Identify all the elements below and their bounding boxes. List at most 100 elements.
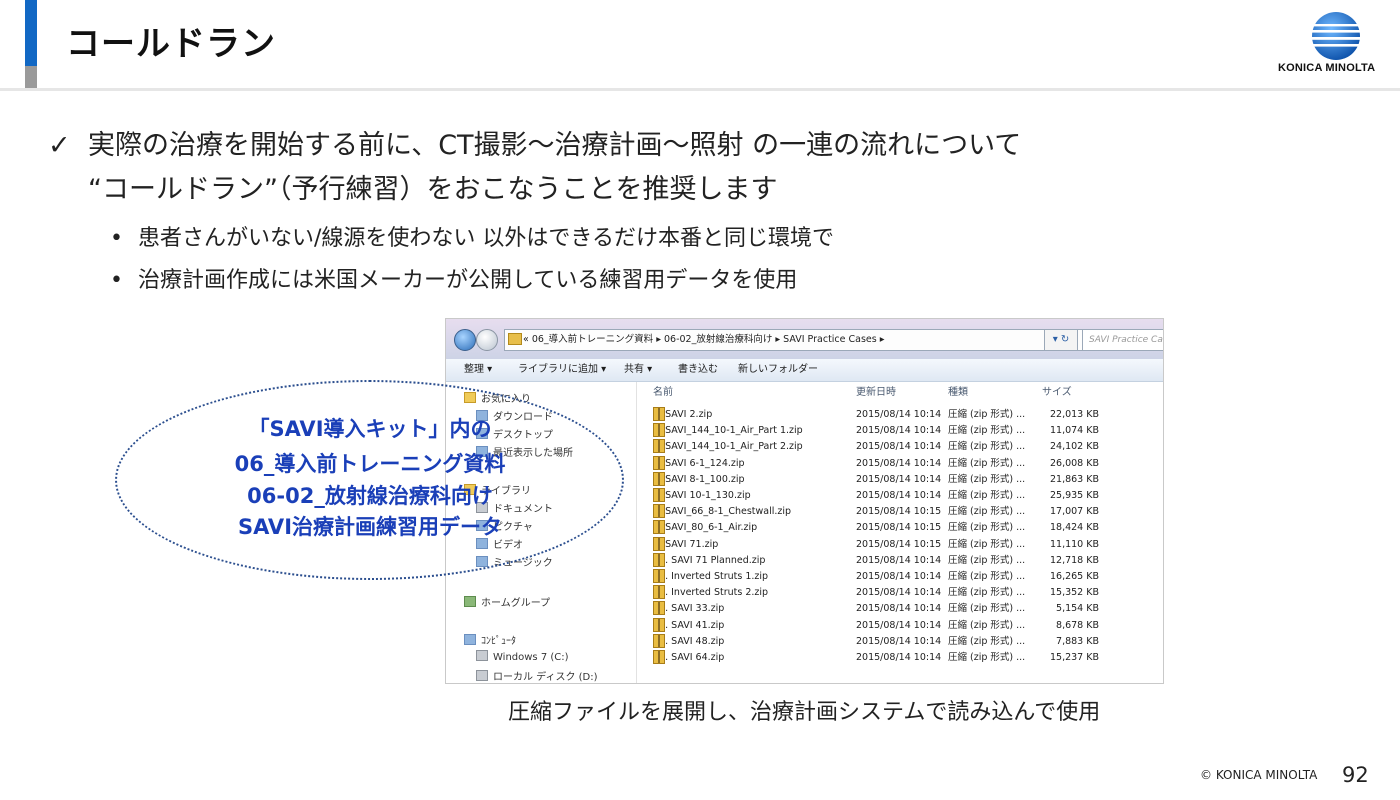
zip-folder-icon <box>653 601 665 616</box>
file-type: 圧縮 (zip 形式) ... <box>948 652 1026 663</box>
sidebar-item-drive-c[interactable]: Windows 7 (C:) <box>476 650 569 663</box>
column-header-size[interactable]: サイズ <box>1042 382 1072 404</box>
file-type: 圧縮 (zip 形式) ... <box>948 457 1026 469</box>
file-date: 2015/08/14 10:14 <box>856 457 942 469</box>
callout-line-3: 06-02_放射線治療科向け <box>247 484 493 508</box>
column-header-name[interactable]: 名前 <box>653 382 673 404</box>
zip-folder-icon <box>653 552 665 567</box>
file-name: 6. SAVI 10-1_130.zip <box>653 488 751 504</box>
header-accent-bar <box>25 0 37 66</box>
column-header-date[interactable]: 更新日時 <box>856 382 896 404</box>
zip-folder-icon <box>653 423 665 438</box>
file-name: 11. Inverted Struts 1.zip <box>653 569 768 585</box>
file-type: 圧縮 (zip 形式) ... <box>948 425 1026 437</box>
file-name: 10. SAVI 71 Planned.zip <box>653 552 765 569</box>
file-row[interactable]: 10. SAVI 71 Planned.zip 2015/08/14 10:14 圧… <box>653 552 1153 569</box>
file-row[interactable]: 4. SAVI 6-1_124.zip 2015/08/14 10:14 圧縮 (z… <box>653 455 1153 472</box>
zip-folder-icon <box>653 488 665 502</box>
file-row[interactable]: 15. SAVI 48.zip 2015/08/14 10:14 圧縮 (zip 形… <box>653 633 1153 650</box>
homegroup-icon <box>464 596 476 607</box>
file-row[interactable]: 2. SAVI_144_10-1_Air_Part 1.zip 2015/08/1… <box>653 423 1153 439</box>
back-arrow-icon[interactable] <box>454 329 476 351</box>
file-name: 9. SAVI 71.zip <box>653 536 718 553</box>
sidebar-item-computer[interactable]: ｺﾝﾋﾟｭｰﾀ <box>464 632 516 647</box>
file-name: 13. SAVI 33.zip <box>653 601 724 617</box>
refresh-button[interactable]: ▾ ↻ <box>1044 329 1078 351</box>
toolbar-organize-button[interactable]: 整理 ▾ <box>464 359 492 381</box>
file-size: 8,678 KB <box>1056 619 1099 631</box>
page-title: コールドラン <box>66 24 276 64</box>
file-date: 2015/08/14 10:14 <box>856 490 942 501</box>
main-point: ✓ 実際の治療を開始する前に、CT撮影〜治療計画〜照射 の一連の流れについて “… <box>48 124 1198 214</box>
zip-folder-icon <box>653 536 665 551</box>
file-date: 2015/08/14 10:15 <box>856 506 942 518</box>
file-row[interactable]: 6. SAVI 10-1_130.zip 2015/08/14 10:14 圧縮 (… <box>653 488 1153 504</box>
file-date: 2015/08/14 10:14 <box>856 441 942 453</box>
file-type: 圧縮 (zip 形式) ... <box>948 635 1026 647</box>
file-name: 1. SAVI 2.zip <box>653 407 712 423</box>
file-date: 2015/08/14 10:14 <box>856 652 942 663</box>
zip-folder-icon <box>653 569 665 583</box>
zip-folder-icon <box>653 439 665 454</box>
zip-folder-icon <box>653 633 665 648</box>
file-size: 18,424 KB <box>1049 522 1099 534</box>
computer-icon <box>464 634 476 645</box>
file-size: 16,265 KB <box>1049 571 1099 582</box>
file-row[interactable]: 5. SAVI 8-1_100.zip 2015/08/14 10:14 圧縮 (z… <box>653 471 1153 488</box>
file-row[interactable]: 3. SAVI_144_10-1_Air_Part 2.zip 2015/08/1… <box>653 439 1153 455</box>
page-number: 92 <box>1342 763 1369 787</box>
search-input[interactable]: SAVI Practice Ca <box>1082 329 1163 351</box>
file-row[interactable]: 14. SAVI 41.zip 2015/08/14 10:14 圧縮 (zip 形… <box>653 617 1153 634</box>
file-size: 15,352 KB <box>1049 587 1099 599</box>
file-name-text: 2. SAVI_144_10-1_Air_Part 1.zip <box>653 425 803 437</box>
file-size: 7,883 KB <box>1056 635 1099 647</box>
screenshot-caption: 圧縮ファイルを展開し、治療計画システムで読み込んで使用 <box>508 700 1101 725</box>
file-row[interactable]: 16. SAVI 64.zip 2015/08/14 10:14 圧縮 (zip 形… <box>653 650 1153 666</box>
file-date: 2015/08/14 10:14 <box>856 571 942 582</box>
file-row[interactable]: 8. SAVI_80_6-1_Air.zip 2015/08/14 10:15 圧縮… <box>653 520 1153 536</box>
sub-bullet-1: • 患者さんがいない/線源を使わない 以外はできるだけ本番と同じ環境で <box>110 220 834 252</box>
sidebar-item-drive-d[interactable]: ローカル ディスク (D:) <box>476 668 598 683</box>
file-name: 7. SAVI_66_8-1_Chestwall.zip <box>653 504 791 520</box>
callout-line-2: 06_導入前トレーニング資料 <box>234 452 506 476</box>
checkmark-icon: ✓ <box>48 130 71 161</box>
drive-icon <box>476 650 488 661</box>
file-date: 2015/08/14 10:14 <box>856 603 942 615</box>
zip-folder-icon <box>653 504 665 519</box>
sidebar-item-homegroup[interactable]: ホームグループ <box>464 594 550 609</box>
forward-arrow-icon[interactable] <box>476 329 498 351</box>
file-date: 2015/08/14 10:14 <box>856 425 942 437</box>
zip-folder-icon <box>653 617 665 632</box>
toolbar-new-folder-button[interactable]: 新しいフォルダー <box>738 359 818 381</box>
file-name: 2. SAVI_144_10-1_Air_Part 1.zip <box>653 423 803 439</box>
column-header-type[interactable]: 種類 <box>948 382 968 404</box>
file-type: 圧縮 (zip 形式) ... <box>948 441 1026 453</box>
file-row[interactable]: 9. SAVI 71.zip 2015/08/14 10:15 圧縮 (zip 形式… <box>653 536 1153 553</box>
file-name-text: 11. Inverted Struts 1.zip <box>653 571 769 582</box>
toolbar-share-button[interactable]: 共有 ▾ <box>624 359 652 381</box>
footer-copyright: © KONICA MINOLTA <box>1200 768 1318 782</box>
file-size: 21,863 KB <box>1049 473 1099 485</box>
file-type: 圧縮 (zip 形式) ... <box>948 571 1026 582</box>
file-row[interactable]: 1. SAVI 2.zip 2015/08/14 10:14 圧縮 (zip 形式)… <box>653 407 1153 423</box>
bullet-dot-icon: • <box>110 268 123 293</box>
logo-wordmark: KONICA MINOLTA <box>1278 62 1376 74</box>
file-date: 2015/08/14 10:15 <box>856 538 942 550</box>
file-name: 4. SAVI 6-1_124.zip <box>653 455 745 472</box>
file-name-text: 4. SAVI 6-1_124.zip <box>653 457 745 469</box>
breadcrumb[interactable]: « 06_導入前トレーニング資料 ▸ 06-02_放射線治療科向け ▸ SAVI… <box>504 329 1084 351</box>
toolbar-burn-button[interactable]: 書き込む <box>678 359 718 381</box>
zip-folder-icon <box>653 520 665 535</box>
explorer-toolbar: 整理 ▾ ライブラリに追加 ▾ 共有 ▾ 書き込む 新しいフォルダー <box>446 359 1163 382</box>
file-row[interactable]: 12. Inverted Struts 2.zip 2015/08/14 10:1… <box>653 585 1153 601</box>
file-size: 22,013 KB <box>1049 409 1099 420</box>
drive-icon <box>476 670 488 681</box>
file-name-text: 8. SAVI_80_6-1_Air.zip <box>653 522 758 534</box>
file-name-text: 5. SAVI 8-1_100.zip <box>653 473 745 485</box>
file-row[interactable]: 13. SAVI 33.zip 2015/08/14 10:14 圧縮 (zip 形… <box>653 601 1153 617</box>
file-row[interactable]: 11. Inverted Struts 1.zip 2015/08/14 10:1… <box>653 569 1153 585</box>
toolbar-add-to-library-button[interactable]: ライブラリに追加 ▾ <box>518 359 606 381</box>
callout-line-1: 「SAVI導入キット」内の <box>248 417 492 441</box>
file-size: 11,074 KB <box>1049 425 1099 437</box>
file-row[interactable]: 7. SAVI_66_8-1_Chestwall.zip 2015/08/14 1… <box>653 504 1153 520</box>
